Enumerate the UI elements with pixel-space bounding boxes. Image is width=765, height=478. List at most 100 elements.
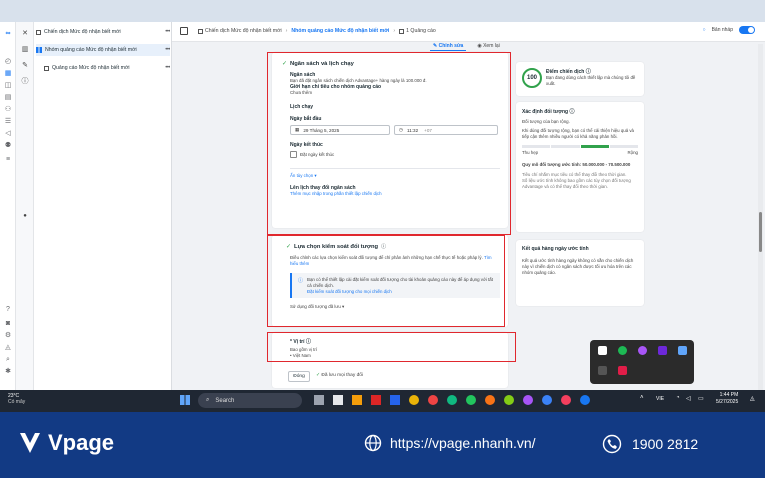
app-icon[interactable] [504,395,514,405]
volume-icon[interactable]: ◁ [686,395,691,402]
folder-icon[interactable] [352,395,362,405]
help-icon[interactable]: ? [4,306,12,314]
vpage-logo: Vpage [18,430,114,456]
tray-app-icon[interactable] [598,346,607,355]
audience-note-2: Số liệu ước tính không bao gồm các tùy c… [522,178,631,189]
spend-schedule-link[interactable]: Thêm mục nhập trong phần thiết lập chiến… [290,191,500,196]
view-toggle[interactable] [739,26,755,34]
pages-icon[interactable]: ◫ [4,82,12,90]
start-icon[interactable] [180,395,190,405]
notification-icon[interactable]: ◬ [4,344,12,352]
tab-edit[interactable]: ✎ Chỉnh sửa [430,42,467,51]
audience-def-sub: Đối tượng của bạn rộng. [522,119,570,124]
start-time-input[interactable]: ◷ 11:32 +07 [394,125,498,135]
spotify-icon[interactable] [466,395,476,405]
megaphone-icon[interactable]: ◁ [4,130,12,138]
chart-icon[interactable]: ▤ [4,94,12,102]
record-icon[interactable] [618,366,627,375]
audience-controls-link[interactable]: Đặt kiểm soát đối tượng cho mọi chiến dị… [307,289,494,294]
app-icon[interactable] [523,395,533,405]
bar-chart-icon[interactable]: ▥ [21,46,29,54]
website-link[interactable]: https://vpage.nhanh.vn/ [364,434,536,452]
close-button[interactable]: Đóng [288,371,310,382]
notification-bell-icon[interactable]: ◬ [750,395,755,402]
use-saved-audience[interactable]: Sử dụng đối tượng đã lưu [290,304,341,309]
tab-review[interactable]: ◉ Xem lại [474,42,502,51]
check-circle-icon: ✓ [286,244,292,250]
shield-icon[interactable] [678,346,687,355]
audience-def-desc: Khi dùng đối tượng rộng, bạn có thể cải … [522,128,635,139]
wifi-icon[interactable]: ◔ [676,395,680,401]
search-icon[interactable]: ⌕ [4,356,12,364]
battery-icon[interactable]: ▭ [698,395,704,402]
search-bar[interactable]: ⌕ Search [198,393,302,408]
menu-icon[interactable]: ≡ [4,156,12,164]
store-icon[interactable] [390,395,400,405]
hotline[interactable]: 1900 2812 [602,434,698,454]
app-icon[interactable] [542,395,552,405]
list-icon[interactable]: ☰ [4,118,12,126]
dashboard-icon[interactable]: ◴ [4,58,12,66]
vpage-logo-icon [20,433,40,453]
breadcrumb-ads[interactable]: 1 Quảng cáo [406,28,436,34]
info-icon[interactable]: ⓘ [569,109,574,115]
task-view-icon[interactable] [314,395,324,405]
close-icon[interactable]: ✕ [21,30,29,38]
more-options-icon[interactable]: ••• [165,65,170,71]
clock[interactable]: 1:44 PM 5/27/2025 [716,392,738,406]
estimated-results-card: Kết quả hàng ngày ước tính Kết quả ước t… [516,240,644,306]
info-icon[interactable]: ⓘ [381,243,386,250]
people-icon[interactable]: ⚉ [4,142,12,150]
info-icon[interactable]: ⓘ [21,78,29,86]
meta-logo-icon[interactable]: ∞ [4,30,12,38]
editor-header: Chiến dịch Mức độ nhận biết mới › Nhóm q… [172,22,765,42]
chevron-up-icon[interactable]: ˄ [640,395,644,401]
report-icon[interactable]: ◙ [4,320,12,328]
tree-tool-column: ✕ ▥ ✎ ⓘ ● [16,22,34,390]
breadcrumb-adset[interactable]: Nhóm quảng cáo Mức độ nhận biết mới [291,28,389,34]
more-options-icon[interactable]: ••• [165,47,170,53]
check-circle-icon: ✓ [282,61,288,67]
calendar-icon: ▦ [295,127,300,132]
edit-icon[interactable]: ✎ [21,62,29,70]
campaign-score-card: 100 Điểm chiến dịch ⓘ Bạn đang dùng cách… [516,62,644,96]
spotify-icon[interactable] [618,346,627,355]
top-band [0,0,765,22]
score-desc: Bạn đang dùng cách thiết lập mà chúng tô… [546,75,636,86]
windows-taskbar: 23°C Có mây ⌕ Search ˄ VIE ◔ ◁ ▭ 1:44 PM … [0,390,765,412]
app-icon[interactable] [485,395,495,405]
language-indicator[interactable]: VIE [656,396,664,402]
hide-options-link[interactable]: Ẩn tùy chọn [290,173,313,178]
edge-icon[interactable] [447,395,457,405]
tree-item-ad[interactable]: Quảng cáo Mức độ nhận biết mới ••• [36,62,170,74]
bug-icon[interactable]: ✱ [4,368,12,376]
photos-icon[interactable] [409,395,419,405]
link-icon[interactable] [598,366,607,375]
search-icon: ⌕ [206,397,210,403]
end-date-checkbox[interactable] [290,151,297,158]
more-options-icon[interactable]: ••• [165,29,170,35]
weather-widget[interactable]: 23°C Có mây [8,393,25,405]
messenger-icon[interactable] [580,395,590,405]
chrome-icon[interactable] [428,395,438,405]
audience-meter [522,145,638,148]
panel-toggle-icon[interactable] [180,27,188,35]
app-icon[interactable] [561,395,571,405]
settings-icon[interactable]: ⚙ [4,332,12,340]
audience-controls-card: ✓ Lựa chọn kiểm soát đối tượng ⓘ Điều ch… [272,235,508,327]
mail-icon[interactable] [371,395,381,405]
start-date-input[interactable]: ▦ 29 Tháng 5, 2025 [290,125,390,135]
feather-icon[interactable] [658,346,667,355]
scrollbar[interactable] [758,44,763,390]
info-icon[interactable]: ⓘ [306,339,311,345]
audience-icon[interactable]: ⚇ [4,106,12,114]
draft-status-icon: ○ [702,27,706,33]
tree-item-campaign[interactable]: Chiến dịch Mức độ nhận biết mới ••• [36,26,170,38]
app-icon[interactable] [638,346,647,355]
widgets-icon[interactable] [333,395,343,405]
breadcrumb-campaign[interactable]: Chiến dịch Mức độ nhận biết mới [205,28,282,34]
tree-item-adset[interactable]: Nhóm quảng cáo Mức độ nhận biết mới ••• [36,44,170,56]
table-icon[interactable]: ▦ [4,70,12,78]
vpage-banner: Vpage https://vpage.nhanh.vn/ 1900 2812 [0,412,765,478]
scrollbar-thumb[interactable] [759,212,762,252]
